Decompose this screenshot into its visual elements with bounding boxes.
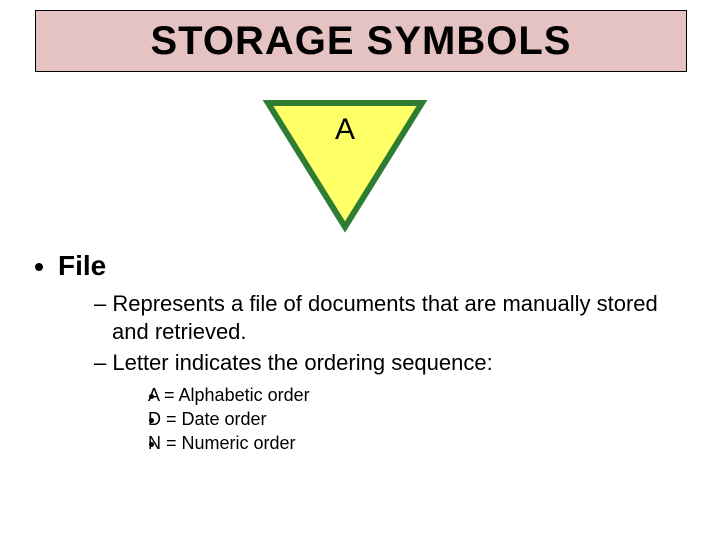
title-box: STORAGE SYMBOLS [35,10,687,72]
bullet-letter-indicates: Letter indicates the ordering sequence: … [94,349,690,455]
bullet-file: File Represents a file of documents that… [58,250,690,455]
bullet-order-a: A = Alphabetic order [166,383,690,407]
bullet-list-level3: A = Alphabetic order D = Date order N = … [112,383,690,456]
bullet-list-level1: File Represents a file of documents that… [30,250,690,455]
slide: STORAGE SYMBOLS A File Represents a file… [0,0,720,540]
content-area: File Represents a file of documents that… [30,250,690,461]
bullet-file-label: File [58,250,106,281]
bullet-represents: Represents a file of documents that are … [94,290,690,345]
bullet-order-n: N = Numeric order [166,431,690,455]
bullet-list-level2: Represents a file of documents that are … [58,290,690,455]
bullet-order-d: D = Date order [166,407,690,431]
bullet-letter-indicates-label: Letter indicates the ordering sequence: [112,350,492,375]
slide-title: STORAGE SYMBOLS [151,19,572,64]
file-symbol: A [260,95,430,235]
symbol-letter: A [260,113,430,147]
